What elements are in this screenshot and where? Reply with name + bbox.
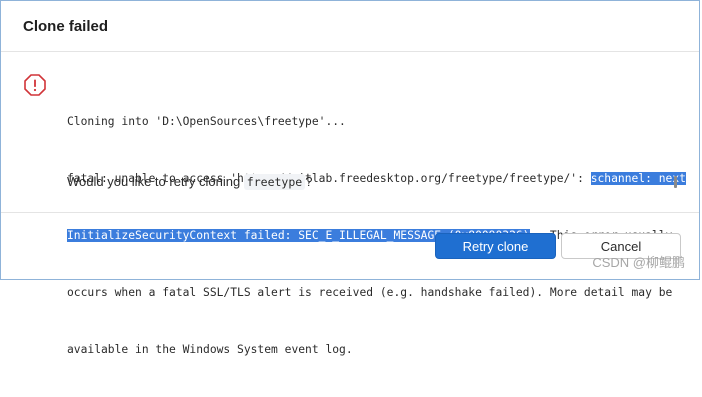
clone-failed-dialog: Clone failed Cloning into 'D:\OpenSource…	[0, 0, 700, 356]
message-line-5: available in the Windows System event lo…	[67, 343, 353, 356]
retry-clone-button[interactable]: Retry clone	[435, 233, 556, 259]
retry-question: Would you like to retry cloning freetype…	[67, 174, 313, 190]
repo-name: freetype	[243, 174, 306, 190]
dialog-titlebar: Clone failed	[1, 1, 699, 52]
scrollbar-thumb[interactable]	[674, 176, 677, 188]
dialog-footer: Retry clone Cancel CSDN @柳鲲鹏	[1, 213, 699, 279]
message-line-1: Cloning into 'D:\OpenSources\freetype'..…	[67, 115, 346, 128]
question-suffix: ?	[305, 174, 313, 189]
dialog-title: Clone failed	[23, 17, 109, 35]
error-icon	[24, 74, 46, 96]
message-line-4: occurs when a fatal SSL/TLS alert is rec…	[67, 286, 673, 299]
selected-text: schannel: next	[590, 172, 686, 185]
question-prefix: Would you like to retry cloning	[67, 174, 244, 189]
dialog-body: Cloning into 'D:\OpenSources\freetype'..…	[1, 52, 699, 356]
watermark: CSDN @柳鲲鹏	[592, 255, 685, 270]
